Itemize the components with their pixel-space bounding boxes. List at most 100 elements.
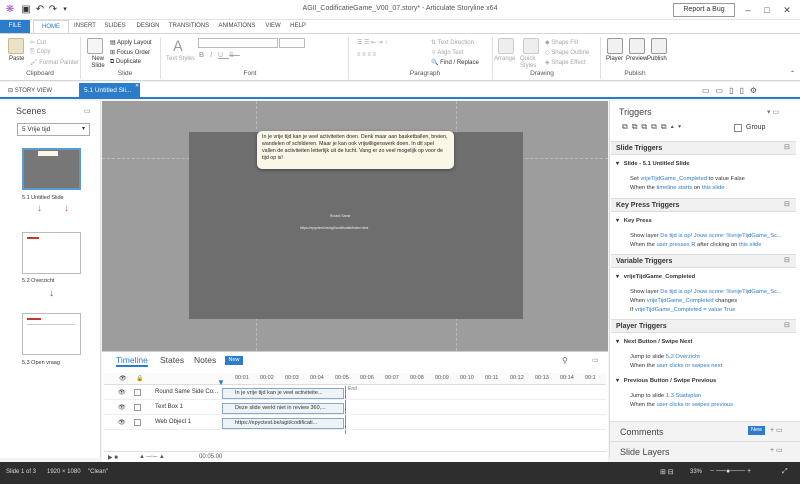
tab-story-view[interactable]: ⊟ STORY VIEW (8, 86, 68, 97)
align-text-button[interactable]: ⇳ Align Text (431, 49, 463, 56)
tab-notes[interactable]: Notes (194, 355, 216, 365)
trigger-subheader[interactable]: ▾ Next Button / Swipe Next (616, 339, 692, 345)
shape-fill-button[interactable]: ◆ Shape Fill (545, 39, 578, 46)
paragraph-list-buttons[interactable]: ☰ ☰ ⇤ ⇥ ↕ (357, 39, 387, 46)
new-slide-button[interactable]: New Slide (86, 56, 110, 70)
trigger-line[interactable]: When vrijeTijdGame_Completed changes (630, 298, 737, 304)
trigger-subheader[interactable]: ▾ vrijeTijdGame_Completed (616, 274, 695, 280)
font-format-buttons[interactable]: BIUS (199, 52, 240, 59)
section-collapse-icon[interactable]: ⊟ (784, 321, 790, 329)
panel-menu-icon[interactable]: ▾ ▭ (767, 108, 779, 116)
timeline-options-icon[interactable]: ⚲ (562, 356, 568, 365)
tab-states[interactable]: States (160, 355, 184, 365)
intro-text-shape[interactable]: In je vrije tijd kan je veel activiteite… (257, 131, 454, 169)
trigger-line[interactable]: When the user presses R after clicking o… (630, 242, 761, 248)
trigger-line[interactable]: When the user clicks or swipes next (630, 363, 722, 369)
eye-icon[interactable]: 👁 (118, 404, 126, 411)
trigger-line[interactable]: Show layer De tijd is op! Jouw score: %v… (630, 233, 782, 239)
collapse-arrow-icon[interactable]: ▾ (616, 274, 619, 280)
tab-animations[interactable]: ANIMATIONS (215, 20, 259, 33)
collapse-arrow-icon[interactable]: ▾ (616, 378, 619, 384)
tab-help[interactable]: HELP (287, 20, 309, 33)
collapse-arrow-icon[interactable]: ▾ (616, 218, 619, 224)
slide-thumbnail-5-2[interactable] (22, 232, 81, 274)
center-title[interactable]: Round Same (330, 214, 350, 218)
trigger-line[interactable]: When the timeline starts on this slide (630, 185, 724, 191)
preview-button[interactable]: Preview (626, 56, 647, 62)
slide-thumbnail-5-1[interactable] (22, 148, 81, 190)
underline-button[interactable]: U (218, 52, 229, 59)
tab-current-slide[interactable]: 5.1 Untitled Sli... ✕ (79, 83, 140, 99)
fit-window-icon[interactable]: ⤢ (782, 468, 788, 476)
trigger-section-header[interactable]: Slide Triggers (611, 141, 796, 155)
comments-expand-icon[interactable]: + ▭ (770, 426, 783, 434)
text-styles-icon[interactable]: Ａ (170, 38, 186, 54)
trigger-link[interactable]: this slide (739, 242, 762, 248)
timeline-row[interactable]: 👁 Round Same Side Co... (104, 386, 606, 400)
player-icon[interactable] (607, 38, 623, 54)
timeline-bar[interactable]: In je vrije tijd kan je veel activiteite… (222, 388, 344, 399)
play-icon[interactable]: ▶ ■ (108, 454, 118, 461)
trigger-subheader[interactable]: ▾ Previous Button / Swipe Previous (616, 378, 716, 384)
zoom-slider[interactable]: ▲ ─◦─ ▲ (139, 454, 165, 460)
timeline-bar[interactable]: https://epyctest.be/agii/codificati... (222, 418, 344, 429)
cut-button[interactable]: ✂ Cut (30, 39, 46, 46)
layer-name[interactable]: Web Object 1 (155, 419, 191, 425)
shape-outline-button[interactable]: ◇ Shape Outline (545, 49, 589, 56)
quick-styles-icon[interactable] (523, 38, 539, 54)
strike-button[interactable]: S (229, 52, 240, 59)
trigger-link[interactable]: user clicks or swipes previous (656, 402, 733, 408)
report-bug-button[interactable]: Report a Bug (673, 3, 735, 17)
collapse-arrow-icon[interactable]: ▾ (616, 161, 619, 167)
slide-thumbnail-5-3[interactable] (22, 313, 81, 355)
trigger-toolbar[interactable]: ⧉⧉⧉⧉⧉▴▾ (622, 122, 685, 132)
scene-dropdown[interactable]: 5 Vrije tijd ▾ (17, 123, 90, 136)
trigger-line[interactable]: Set vrijeTijdGame_Completed to value Fal… (630, 176, 745, 182)
copy-button[interactable]: ⎘ Copy (30, 49, 50, 56)
trigger-section-header[interactable]: Key Press Triggers (611, 198, 796, 212)
section-collapse-icon[interactable]: ⊟ (784, 143, 790, 151)
lock-checkbox[interactable] (134, 419, 141, 426)
timeline-bar[interactable]: Deze slide werkt niet in review 360,... (222, 403, 344, 414)
arrange-icon[interactable] (498, 38, 514, 54)
trigger-link[interactable]: 5.2 Overzicht (666, 354, 700, 360)
new-slide-icon[interactable] (87, 38, 103, 54)
trigger-section-header[interactable]: Player Triggers (611, 319, 796, 333)
maximize-icon[interactable]: □ (760, 3, 774, 17)
duplicate-button[interactable]: ⧉ Duplicate (110, 59, 141, 66)
preview-device-icons[interactable]: ▭▭▯▯⚙ (702, 86, 763, 95)
trigger-link[interactable]: 1.3 Stadsplan (666, 393, 701, 399)
group-checkbox[interactable] (734, 124, 742, 132)
lock-header-icon[interactable]: 🔒 (136, 375, 143, 382)
tab-file[interactable]: FILE (0, 20, 30, 33)
preview-icon[interactable] (629, 38, 645, 54)
trigger-link[interactable]: vrijeTijdGame_Completed = value True (635, 307, 735, 313)
find-replace-button[interactable]: 🔍 Find / Replace (431, 59, 479, 66)
trigger-link[interactable]: vrijeTijdGame_Completed (640, 176, 707, 182)
collapse-ribbon-icon[interactable]: ⌃ (790, 70, 795, 77)
trigger-link[interactable]: user presses R (656, 242, 695, 248)
tab-design[interactable]: DESIGN (133, 20, 163, 33)
section-collapse-icon[interactable]: ⊟ (784, 200, 790, 208)
trigger-line[interactable]: If vrijeTijdGame_Completed = value True (630, 307, 735, 313)
lock-checkbox[interactable] (134, 389, 141, 396)
layer-name[interactable]: Round Same Side Co... (155, 389, 218, 395)
quick-styles-button[interactable]: Quick Styles (520, 56, 544, 70)
section-collapse-icon[interactable]: ⊟ (784, 256, 790, 264)
view-mode-icons[interactable]: ⊞ ⊟ (660, 468, 674, 476)
web-object-url[interactable]: https://epyctest.be/agii/codificatie/ind… (300, 226, 368, 230)
trigger-line[interactable]: Jump to slide 5.2 Overzicht (630, 354, 700, 360)
zoom-slider[interactable]: − ──●─── + (710, 468, 751, 475)
trigger-link[interactable]: timeline starts (656, 185, 692, 191)
format-painter-button[interactable]: 🖌 Format Painter (30, 59, 79, 66)
shape-effect-button[interactable]: ◈ Shape Effect (545, 59, 586, 66)
text-styles-button[interactable]: Text Styles (166, 56, 195, 62)
italic-button[interactable]: I (210, 52, 218, 59)
trigger-subheader[interactable]: ▾ Slide - 5.1 Untitled Slide (616, 161, 689, 167)
trigger-line[interactable]: Show layer De tijd is op! Jouw score: %v… (630, 289, 782, 295)
tab-transitions[interactable]: TRANSITIONS (166, 20, 212, 33)
trigger-link[interactable]: user clicks or swipes next (656, 363, 722, 369)
publish-icon[interactable] (651, 38, 667, 54)
trigger-link[interactable]: this slide (702, 185, 725, 191)
paste-button[interactable]: Paste (9, 56, 24, 62)
